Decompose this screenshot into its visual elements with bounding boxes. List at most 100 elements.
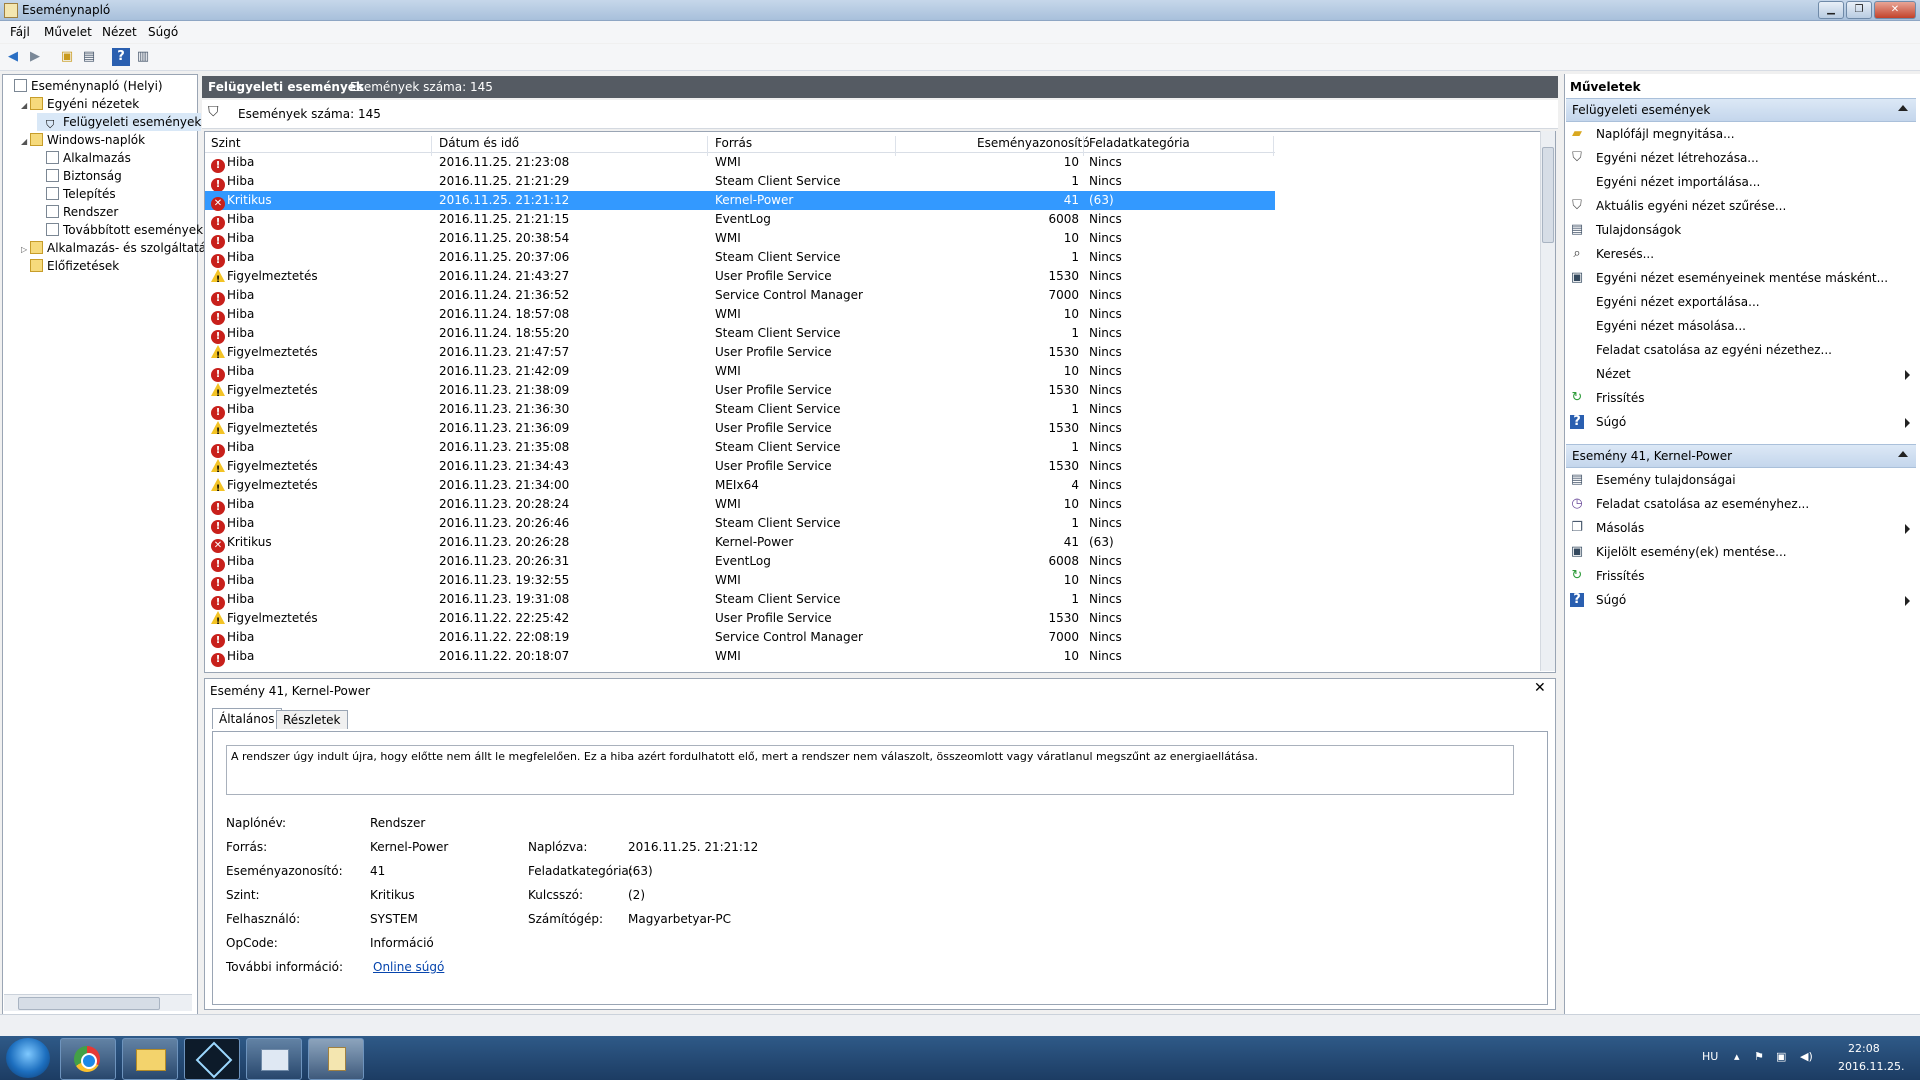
action-item[interactable]: ▣ Egyéni nézet eseményeinek mentése máské… (1570, 267, 1910, 289)
action-item[interactable]: ❐ Másolás (1570, 517, 1910, 539)
action-item[interactable]: Egyéni nézet importálása... (1570, 171, 1910, 193)
collapse-arrow-icon[interactable] (1898, 451, 1908, 457)
tab-details[interactable]: Részletek (276, 710, 348, 729)
col-task-category[interactable]: Feladatkategória (1089, 136, 1190, 150)
table-row[interactable]: ! Hiba 2016.11.23. 21:36:30 Steam Client Se… (205, 400, 1275, 420)
table-row[interactable]: Figyelmeztetés 2016.11.23. 21:47:57 User P… (205, 343, 1275, 366)
table-row[interactable]: ! Hiba 2016.11.24. 21:36:52 Service Control… (205, 286, 1275, 306)
table-row[interactable]: ! Hiba 2016.11.24. 18:55:20 Steam Client Se… (205, 324, 1275, 344)
minimize-button[interactable]: ▁ (1818, 1, 1844, 19)
action-item[interactable]: ⌕ Keresés... (1570, 243, 1910, 265)
action-item[interactable]: ↻ Frissítés (1570, 387, 1910, 409)
table-row[interactable]: ✕ Kritikus 2016.11.25. 21:21:12 Kernel-Powe… (205, 191, 1275, 211)
table-row[interactable]: Figyelmeztetés 2016.11.23. 21:36:09 User P… (205, 419, 1275, 442)
table-row[interactable]: ! Hiba 2016.11.25. 21:21:15 EventLog 6008 Nin… (205, 210, 1275, 230)
clock-date[interactable]: 2016.11.25. (1838, 1060, 1904, 1073)
expand-arrow-icon[interactable]: ◢ (21, 97, 30, 115)
table-row[interactable]: Figyelmeztetés 2016.11.23. 21:34:00 MEIx64… (205, 476, 1275, 499)
console-tree-icon[interactable]: ▤ (80, 48, 98, 66)
close-button[interactable]: ✕ (1874, 1, 1916, 19)
table-row[interactable]: ! Hiba 2016.11.25. 21:21:29 Steam Client Se… (205, 172, 1275, 192)
tree-item[interactable]: ◢ Windows-naplók (21, 131, 145, 149)
tree-item[interactable]: Továbbított események (37, 221, 203, 239)
show-hidden-icons-icon[interactable]: ▴ (1734, 1050, 1740, 1063)
maximize-button[interactable]: ❐ (1846, 1, 1872, 19)
start-button[interactable] (6, 1038, 50, 1078)
table-row[interactable]: ! Hiba 2016.11.25. 20:38:54 WMI 10 Nincs (205, 229, 1275, 249)
expand-arrow-icon[interactable]: ◢ (21, 133, 30, 151)
tab-general[interactable]: Általános (212, 708, 282, 729)
action-item[interactable]: Egyéni nézet másolása... (1570, 315, 1910, 337)
action-item[interactable]: ? Súgó (1570, 411, 1910, 433)
action-item[interactable]: ? Súgó (1570, 589, 1910, 611)
detail-close-icon[interactable]: ✕ (1534, 680, 1546, 696)
table-row[interactable]: Figyelmeztetés 2016.11.23. 21:34:43 User P… (205, 457, 1275, 480)
forward-arrow-icon[interactable]: ▶ (26, 48, 44, 66)
event-list-scrollbar[interactable] (1540, 131, 1555, 671)
table-row[interactable]: ! Hiba 2016.11.23. 19:31:08 Steam Client Se… (205, 590, 1275, 610)
table-row[interactable]: Figyelmeztetés 2016.11.23. 21:38:09 User P… (205, 381, 1275, 404)
table-row[interactable]: ! Hiba 2016.11.23. 20:28:24 WMI 10 Nincs (205, 495, 1275, 515)
language-indicator[interactable]: HU (1702, 1050, 1718, 1063)
table-row[interactable]: Figyelmeztetés 2016.11.24. 21:43:27 User P… (205, 267, 1275, 290)
tree-item[interactable]: ⛉ Felügyeleti események (37, 113, 202, 131)
volume-icon[interactable]: ◀) (1800, 1050, 1813, 1063)
tree-item[interactable]: ◢ Egyéni nézetek (21, 95, 139, 113)
table-row[interactable]: ! Hiba 2016.11.23. 19:32:55 WMI 10 Nincs (205, 571, 1275, 591)
table-row[interactable]: ! Hiba 2016.11.23. 20:26:46 Steam Client Se… (205, 514, 1275, 534)
action-item[interactable]: ▤ Tulajdonságok (1570, 219, 1910, 241)
action-item[interactable]: ▰ Naplófájl megnyitása... (1570, 123, 1910, 145)
tree-item[interactable]: Eseménynapló (Helyi) (5, 77, 163, 95)
table-row[interactable]: ! Hiba 2016.11.23. 20:26:31 EventLog 6008 Nin… (205, 552, 1275, 572)
action-item[interactable]: Egyéni nézet exportálása... (1570, 291, 1910, 313)
table-row[interactable]: ! Hiba 2016.11.25. 21:23:08 WMI 10 Nincs (205, 153, 1275, 173)
col-level[interactable]: Szint (211, 136, 241, 150)
action-item[interactable]: Nézet (1570, 363, 1910, 385)
network-icon[interactable]: ▣ (1776, 1050, 1786, 1063)
explorer-taskbar-icon[interactable] (122, 1038, 178, 1080)
app-taskbar-icon[interactable] (184, 1038, 240, 1080)
scrollbar-thumb[interactable] (18, 997, 160, 1010)
action-center-flag-icon[interactable]: ⚑ (1754, 1050, 1764, 1063)
action-item[interactable]: Feladat csatolása az egyéni nézethez... (1570, 339, 1910, 361)
tree-item[interactable]: Rendszer (37, 203, 118, 221)
action-item[interactable]: ⛉ Aktuális egyéni nézet szűrése... (1570, 195, 1910, 217)
tree-item[interactable]: Alkalmazás (37, 149, 131, 167)
help-icon[interactable]: ? (112, 48, 130, 66)
table-row[interactable]: ! Hiba 2016.11.23. 21:35:08 Steam Client Se… (205, 438, 1275, 458)
collapse-arrow-icon[interactable] (1898, 105, 1908, 111)
action-item[interactable]: ◷ Feladat csatolása az eseményhez... (1570, 493, 1910, 515)
online-help-link[interactable]: Online súgó (373, 960, 444, 974)
table-row[interactable]: ✕ Kritikus 2016.11.23. 20:26:28 Kernel-Powe… (205, 533, 1275, 553)
table-row[interactable]: ! Hiba 2016.11.24. 18:57:08 WMI 10 Nincs (205, 305, 1275, 325)
tree-item[interactable]: Telepítés (37, 185, 116, 203)
tree-horizontal-scrollbar[interactable] (4, 994, 192, 1011)
folder-up-icon[interactable]: ▣ (58, 48, 76, 66)
actions-section-view[interactable]: Felügyeleti események (1566, 98, 1916, 122)
chrome-taskbar-icon[interactable] (60, 1038, 116, 1080)
action-item[interactable]: ↻ Frissítés (1570, 565, 1910, 587)
action-item[interactable]: ▤ Esemény tulajdonságai (1570, 469, 1910, 491)
tree-item[interactable]: Előfizetések (21, 257, 119, 275)
control-panel-taskbar-icon[interactable] (246, 1038, 302, 1080)
action-item[interactable]: ⛉ Egyéni nézet létrehozása... (1570, 147, 1910, 169)
clock-time[interactable]: 22:08 (1848, 1042, 1880, 1055)
scrollbar-thumb[interactable] (1542, 147, 1554, 243)
table-row[interactable]: ! Hiba 2016.11.22. 22:08:19 Service Control… (205, 628, 1275, 648)
table-row[interactable]: Figyelmeztetés 2016.11.22. 22:25:42 User P… (205, 609, 1275, 632)
menu-help[interactable]: Súgó (148, 25, 178, 39)
event-viewer-taskbar-icon[interactable] (308, 1038, 364, 1080)
col-source[interactable]: Forrás (715, 136, 752, 150)
table-row[interactable]: ! Hiba 2016.11.22. 20:18:07 WMI 10 Nincs (205, 647, 1275, 667)
actions-section-event[interactable]: Esemény 41, Kernel-Power (1566, 444, 1916, 468)
col-event-id[interactable]: Eseményazonosító (977, 136, 1090, 150)
action-item[interactable]: ▣ Kijelölt esemény(ek) mentése... (1570, 541, 1910, 563)
back-arrow-icon[interactable]: ◀ (4, 48, 22, 66)
menu-file[interactable]: Fájl (10, 25, 30, 39)
menu-view[interactable]: Nézet (102, 25, 137, 39)
tree-item[interactable]: Biztonság (37, 167, 122, 185)
table-row[interactable]: ! Hiba 2016.11.25. 20:37:06 Steam Client Se… (205, 248, 1275, 268)
tree-item[interactable]: ▷ Alkalmazás- és szolgáltatásn (21, 239, 220, 257)
action-pane-icon[interactable]: ▥ (134, 48, 152, 66)
col-date[interactable]: Dátum és idő (439, 136, 519, 150)
